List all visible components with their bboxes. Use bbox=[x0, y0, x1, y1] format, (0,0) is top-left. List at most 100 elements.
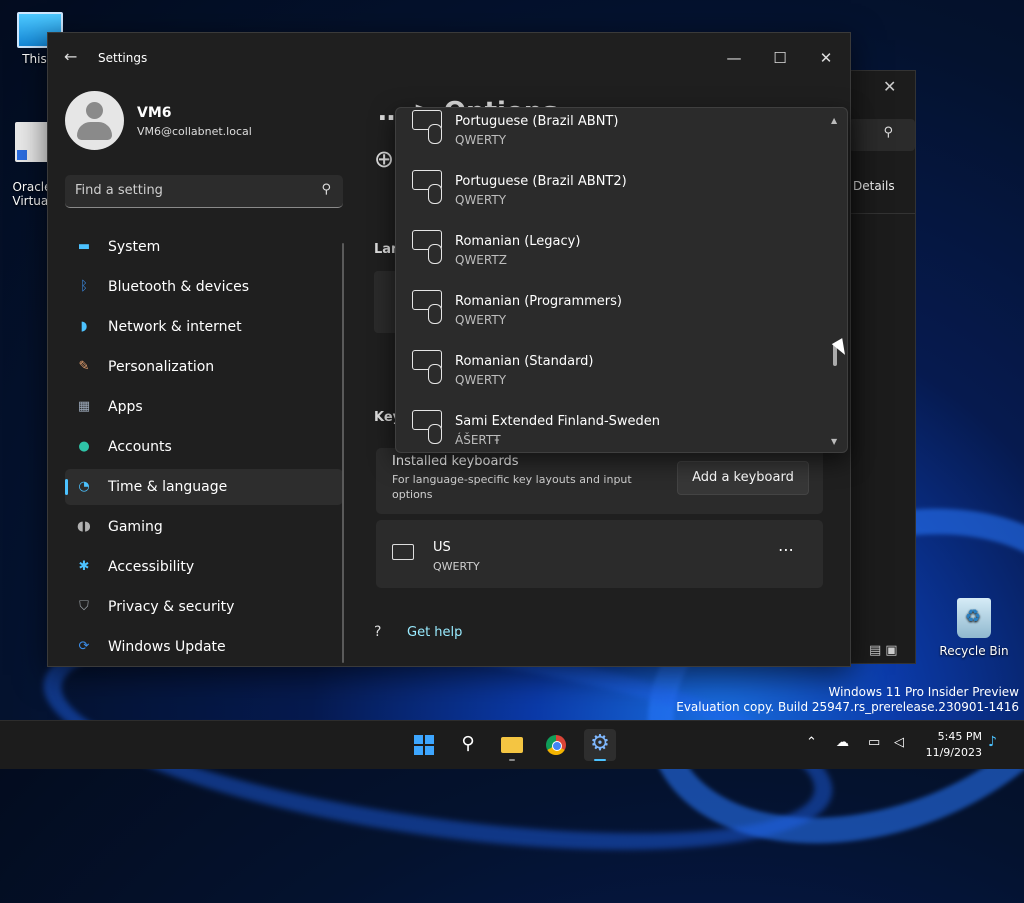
sidebar-item-accessibility[interactable]: ✱ Accessibility bbox=[65, 549, 343, 585]
running-indicator bbox=[509, 759, 515, 761]
sidebar-item-system[interactable]: ▬ System bbox=[65, 229, 343, 265]
user-email: VM6@collabnet.local bbox=[137, 125, 252, 138]
file-explorer-button[interactable] bbox=[496, 729, 528, 761]
shield-icon: ⛉ bbox=[79, 599, 89, 614]
user-name: VM6 bbox=[137, 105, 172, 121]
sidebar-item-gaming[interactable]: ◖◗ Gaming bbox=[65, 509, 343, 545]
list-item[interactable]: Romanian (Legacy) QWERTZ bbox=[396, 218, 826, 278]
close-button[interactable]: ✕ bbox=[803, 43, 849, 73]
sidebar-item-personalization[interactable]: ✎ Personalization bbox=[65, 349, 343, 385]
apps-icon: ▦ bbox=[77, 399, 91, 414]
keyboard-option-name: Portuguese (Brazil ABNT) bbox=[455, 114, 619, 129]
title-bar: ← Settings — ☐ ✕ bbox=[48, 33, 850, 83]
list-item[interactable]: Romanian (Programmers) QWERTY bbox=[396, 278, 826, 338]
search-box[interactable]: ⚲ bbox=[849, 119, 915, 151]
cloud-icon[interactable]: ☁ bbox=[836, 735, 849, 750]
avatar[interactable] bbox=[65, 91, 124, 150]
list-item[interactable]: Romanian (Standard) QWERTY bbox=[396, 338, 826, 398]
back-arrow-icon[interactable]: ← bbox=[64, 47, 77, 66]
get-help-link[interactable]: Get help bbox=[407, 625, 462, 640]
keyboard-option-layout: QWERTY bbox=[455, 373, 507, 387]
monitor-icon: ▬ bbox=[77, 239, 91, 254]
keyboard-option-layout: QWERTY bbox=[455, 133, 507, 147]
sidebar-item-bluetooth[interactable]: ᛒ Bluetooth & devices bbox=[65, 269, 343, 305]
keyboard-option-name: Portuguese (Brazil ABNT2) bbox=[455, 174, 627, 189]
keyboard-option-name: Romanian (Programmers) bbox=[455, 294, 622, 309]
accessibility-icon: ✱ bbox=[78, 559, 90, 574]
settings-taskbar-button[interactable]: ⚙ bbox=[584, 729, 616, 761]
avatar-body bbox=[77, 122, 112, 140]
sidebar-item-apps[interactable]: ▦ Apps bbox=[65, 389, 343, 425]
keyboard-option-layout: ÁŠERTŦ bbox=[455, 433, 501, 447]
notification-bell-icon[interactable]: ♪ bbox=[988, 734, 997, 750]
keyboard-name: US bbox=[433, 540, 451, 555]
installed-keyboards-card: Installed keyboards For language-specifi… bbox=[376, 448, 823, 514]
search-placeholder: Find a setting bbox=[75, 183, 163, 198]
sidebar-item-time-language[interactable]: ◔ Time & language bbox=[65, 469, 343, 505]
chrome-icon bbox=[546, 735, 566, 755]
search-icon: ⚲ bbox=[461, 733, 475, 754]
search-icon: ⚲ bbox=[883, 125, 893, 140]
watermark-line-1: Windows 11 Pro Insider Preview bbox=[828, 685, 1019, 699]
view-toggle-icons[interactable]: ▤▣ bbox=[869, 643, 902, 658]
search-input[interactable]: Find a setting ⚲ bbox=[65, 175, 343, 208]
list-item[interactable]: Portuguese (Brazil ABNT) QWERTY bbox=[396, 108, 826, 158]
close-icon[interactable]: ✕ bbox=[883, 77, 896, 96]
sidebar-item-label: System bbox=[108, 239, 161, 255]
search-icon: ⚲ bbox=[321, 182, 331, 197]
dropdown-scrollbar[interactable]: ▲ ▼ bbox=[831, 116, 839, 446]
avatar-head bbox=[86, 102, 103, 119]
sidebar-item-label: Bluetooth & devices bbox=[108, 279, 250, 295]
sidebar-scrollbar[interactable] bbox=[342, 243, 344, 663]
keyboard-layout-list: Portuguese (Brazil ABNT) QWERTY Portugue… bbox=[396, 108, 826, 452]
person-icon: ● bbox=[78, 439, 90, 454]
keyboard-mouse-icon bbox=[412, 290, 442, 324]
sidebar-item-label: Gaming bbox=[108, 519, 163, 535]
keyboard-mouse-icon bbox=[412, 230, 442, 264]
clock[interactable]: 5:45 PM 11/9/2023 bbox=[922, 729, 982, 761]
volume-icon[interactable]: ◁ bbox=[894, 735, 904, 750]
network-icon[interactable]: ▭ bbox=[868, 735, 880, 750]
sidebar-item-label: Windows Update bbox=[108, 639, 226, 655]
maximize-button[interactable]: ☐ bbox=[757, 43, 803, 73]
installed-keyboards-subtitle: For language-specific key layouts and in… bbox=[392, 473, 632, 501]
keyboard-option-layout: QWERTZ bbox=[455, 253, 507, 267]
chrome-button[interactable] bbox=[540, 729, 572, 761]
minimize-button[interactable]: — bbox=[711, 43, 757, 73]
sidebar-item-label: Time & language bbox=[108, 479, 228, 495]
scroll-down-arrow-icon[interactable]: ▼ bbox=[831, 437, 837, 446]
details-label[interactable]: Details bbox=[853, 179, 895, 193]
keyboard-option-name: Romanian (Legacy) bbox=[455, 234, 581, 249]
sidebar-item-network[interactable]: ◗ Network & internet bbox=[65, 309, 343, 345]
keyboard-row-us[interactable]: US QWERTY ⋯ bbox=[376, 520, 823, 588]
active-indicator bbox=[594, 759, 606, 761]
keyboard-option-name: Romanian (Standard) bbox=[455, 354, 594, 369]
sidebar-item-privacy[interactable]: ⛉ Privacy & security bbox=[65, 589, 343, 625]
folder-icon bbox=[501, 737, 523, 753]
bluetooth-icon: ᛒ bbox=[80, 279, 88, 294]
globe-clock-icon: ◔ bbox=[78, 479, 90, 494]
virtualbox-icon bbox=[15, 122, 49, 162]
start-button[interactable] bbox=[408, 729, 440, 761]
background-window: ✕ ⚲ Details ▤▣ bbox=[840, 70, 916, 664]
clock-date: 11/9/2023 bbox=[925, 746, 982, 759]
keyboard-mouse-icon bbox=[412, 170, 442, 204]
list-item[interactable]: Portuguese (Brazil ABNT2) QWERTY bbox=[396, 158, 826, 218]
window-title: Settings bbox=[98, 51, 148, 65]
sidebar-item-windows-update[interactable]: ⟳ Windows Update bbox=[65, 629, 343, 665]
chevron-up-icon[interactable]: ⌃ bbox=[806, 735, 817, 750]
search-button[interactable]: ⚲ bbox=[452, 729, 484, 761]
list-item[interactable]: Sami Extended Finland-Sweden ÁŠERTŦ bbox=[396, 398, 826, 452]
add-keyboard-button[interactable]: Add a keyboard bbox=[677, 461, 809, 495]
sidebar-item-label: Network & internet bbox=[108, 319, 242, 335]
windows-logo-icon bbox=[414, 735, 434, 755]
sidebar-item-accounts[interactable]: ● Accounts bbox=[65, 429, 343, 465]
desktop-icon-recycle-bin[interactable]: Recycle Bin bbox=[934, 598, 1014, 658]
recycle-bin-icon bbox=[957, 598, 991, 638]
scroll-up-arrow-icon[interactable]: ▲ bbox=[831, 116, 837, 125]
more-options-button[interactable]: ⋯ bbox=[778, 540, 795, 559]
keyboard-mouse-icon bbox=[412, 110, 442, 144]
sidebar-item-label: Accessibility bbox=[108, 559, 195, 575]
taskbar: ⚲ ⚙ ⌃ ☁ ▭ ◁ 5:45 PM 11/9/2023 ♪ bbox=[0, 720, 1024, 769]
help-icon: ? bbox=[374, 624, 382, 640]
